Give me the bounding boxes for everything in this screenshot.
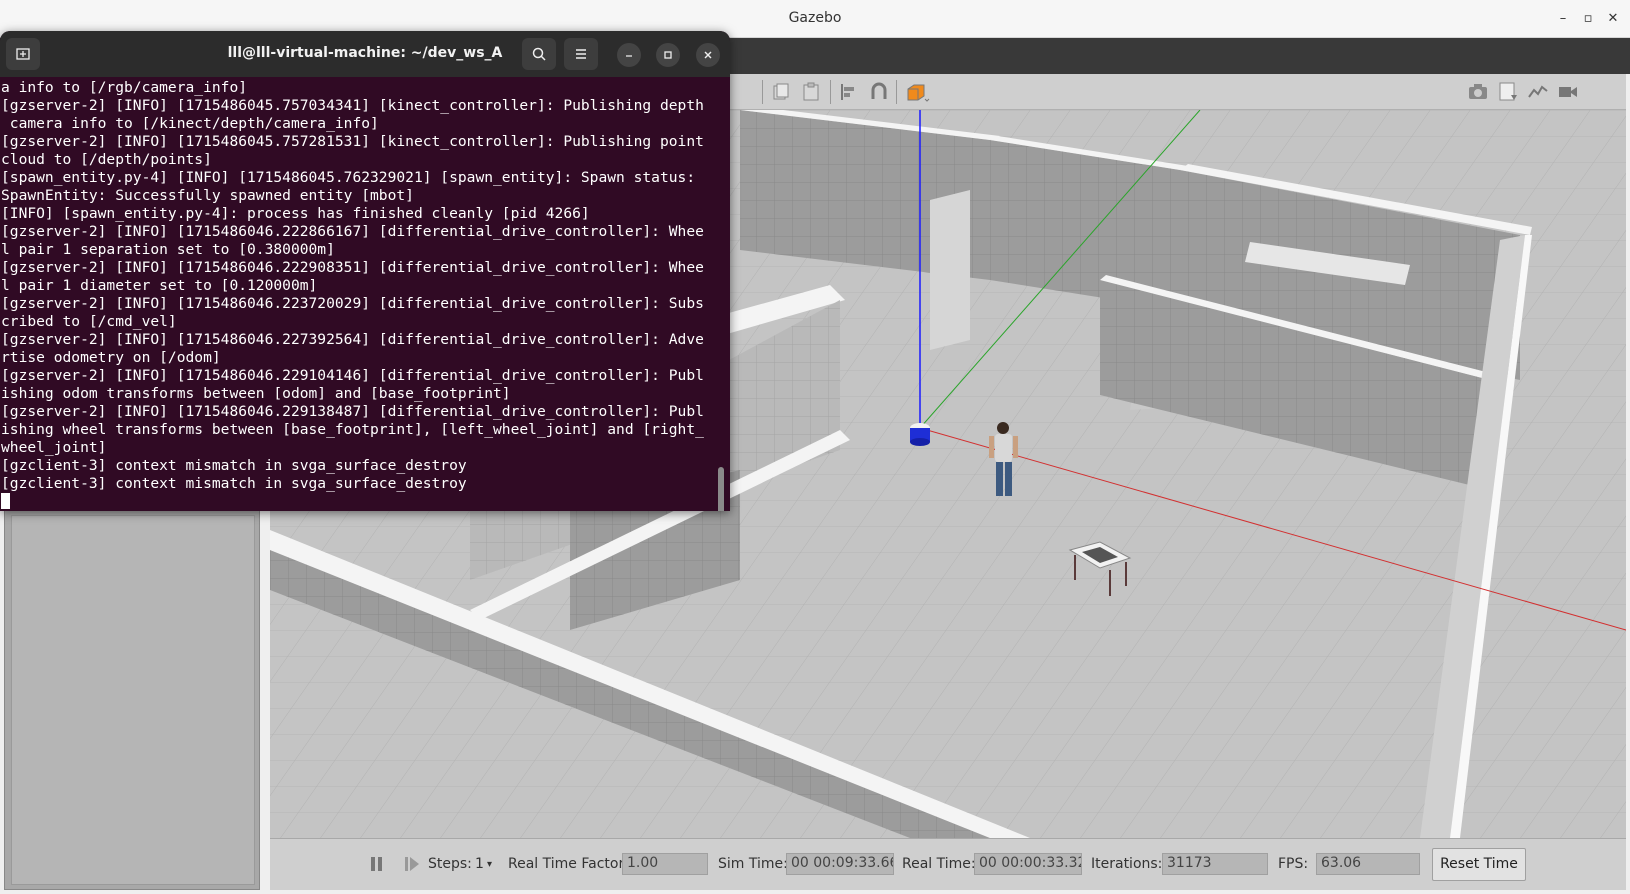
terminal-cursor <box>1 493 10 509</box>
terminal-line: a info to [/rgb/camera_info] <box>1 79 248 96</box>
terminal-prompt-line[interactable] <box>1 493 716 511</box>
terminal-line: [gzserver-2] [INFO] [1715486046.22913848… <box>1 403 704 420</box>
terminal-line: [gzclient-3] context mismatch in svga_su… <box>1 475 467 492</box>
hamburger-menu-icon[interactable] <box>564 38 598 70</box>
search-icon[interactable] <box>522 38 556 70</box>
terminal-window[interactable]: lll@lll-virtual-machine: ~/dev_ws_A a in… <box>0 31 730 511</box>
steps-label: Steps: <box>428 856 472 872</box>
iterations-field: 31173 <box>1162 853 1268 875</box>
rtf-label: Real Time Factor: <box>508 856 629 872</box>
terminal-line: [gzserver-2] [INFO] [1715486046.22286616… <box>1 223 704 240</box>
align-icon[interactable] <box>838 81 860 103</box>
real-time-label: Real Time: <box>902 856 976 872</box>
record-video-icon[interactable] <box>1557 81 1579 103</box>
restore-icon[interactable]: ▫ <box>1578 9 1598 29</box>
terminal-output[interactable]: a info to [/rgb/camera_info] [gzserver-2]… <box>0 77 716 511</box>
close-icon[interactable]: ✕ <box>1603 9 1623 29</box>
terminal-line: [gzserver-2] [INFO] [1715486046.22372002… <box>1 295 704 312</box>
terminal-line: [INFO] [spawn_entity.py-4]: process has … <box>1 205 590 222</box>
sim-time-label: Sim Time: <box>718 856 788 872</box>
iterations-label: Iterations: <box>1091 856 1163 872</box>
terminal-scrollbar[interactable] <box>718 467 724 511</box>
toolbar-divider <box>896 80 897 104</box>
terminal-line: [gzclient-3] context mismatch in svga_su… <box>1 457 467 474</box>
terminal-header: lll@lll-virtual-machine: ~/dev_ws_A <box>0 31 730 77</box>
rtf-field: 1.00 <box>622 853 708 875</box>
plot-icon[interactable] <box>1527 81 1549 103</box>
terminal-line: camera info to [/kinect/depth/camera_inf… <box>1 115 379 132</box>
sim-time-field: 00 00:09:33.660 <box>786 853 894 875</box>
terminal-line: SpawnEntity: Successfully spawned entity… <box>1 187 414 204</box>
fps-label: FPS: <box>1278 856 1309 872</box>
terminal-line: ishing wheel transforms between [base_fo… <box>1 421 704 438</box>
terminal-line: [gzserver-2] [INFO] [1715486046.22910414… <box>1 367 704 384</box>
maximize-icon[interactable] <box>656 43 680 67</box>
real-time-field: 00 00:00:33.326 <box>974 853 1082 875</box>
time-panel: Steps: 1 ▾ Real Time Factor: 1.00 Sim Ti… <box>270 838 1626 890</box>
toolbar-divider <box>762 80 763 104</box>
terminal-line: cribed to [/cmd_vel] <box>1 313 177 330</box>
change-view-icon[interactable] <box>904 81 930 103</box>
toolbar-divider <box>830 80 831 104</box>
close-icon[interactable] <box>696 43 720 67</box>
minimize-icon[interactable]: – <box>1553 9 1573 29</box>
steps-dropdown-icon[interactable]: ▾ <box>487 859 492 870</box>
terminal-line: [gzserver-2] [INFO] [1715486045.75728153… <box>1 133 704 150</box>
steps-value[interactable]: 1 <box>475 856 484 872</box>
property-panel <box>11 515 255 885</box>
terminal-line: l pair 1 diameter set to [0.120000m] <box>1 277 318 294</box>
terminal-line: rtise odometry on [/odom] <box>1 349 221 366</box>
terminal-line: cloud to [/depth/points] <box>1 151 212 168</box>
terminal-line: [spawn_entity.py-4] [INFO] [1715486045.7… <box>1 169 696 186</box>
terminal-line: l pair 1 separation set to [0.380000m] <box>1 241 335 258</box>
gazebo-window-title: Gazebo <box>788 10 842 26</box>
terminal-line: [gzserver-2] [INFO] [1715486046.22290835… <box>1 259 704 276</box>
reset-time-button[interactable]: Reset Time <box>1432 848 1526 881</box>
terminal-line: [gzserver-2] [INFO] [1715486045.75703434… <box>1 97 704 114</box>
fps-field: 63.06 <box>1316 853 1420 875</box>
terminal-line: ishing odom transforms between [odom] an… <box>1 385 511 402</box>
pause-icon[interactable] <box>366 853 388 875</box>
terminal-line: wheel_joint] <box>1 439 107 456</box>
copy-icon[interactable] <box>770 81 792 103</box>
step-icon[interactable] <box>401 853 423 875</box>
minimize-icon[interactable] <box>617 43 641 67</box>
terminal-line: [gzserver-2] [INFO] [1715486046.22739256… <box>1 331 704 348</box>
screenshot-icon[interactable] <box>1467 81 1489 103</box>
paste-icon[interactable] <box>800 81 822 103</box>
snap-icon[interactable] <box>868 81 890 103</box>
log-icon[interactable] <box>1497 81 1519 103</box>
